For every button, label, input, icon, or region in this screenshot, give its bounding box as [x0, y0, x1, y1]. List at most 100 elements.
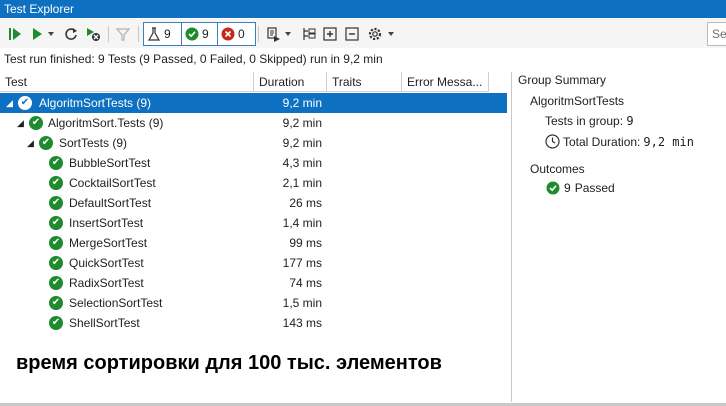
play-icon [33, 28, 42, 40]
test-row[interactable]: ✔ CocktailSortTest 2,1 min [0, 173, 507, 193]
tests-in-group: Tests in group: 9 [545, 114, 634, 128]
passed-icon: ✔ [49, 276, 63, 290]
test-group-row[interactable]: ◢ ✔ AlgoritmSort.Tests (9) 9,2 min [0, 113, 507, 133]
passed-label: Passed [574, 181, 615, 195]
test-duration: 2,1 min [282, 176, 322, 190]
test-name: RadixSortTest [69, 276, 144, 290]
run-all-button[interactable] [6, 24, 24, 44]
test-duration: 9,2 min [282, 116, 322, 130]
chevron-down-icon [388, 32, 394, 36]
expand-arrow-icon[interactable]: ◢ [27, 133, 34, 153]
test-duration: 99 ms [289, 236, 322, 250]
toolbar-separator [138, 26, 139, 42]
filter-button[interactable] [114, 24, 132, 44]
test-duration: 74 ms [289, 276, 322, 290]
playlist-dropdown-button[interactable] [283, 24, 293, 44]
column-header-error-message[interactable]: Error Messa... [402, 72, 489, 92]
test-duration: 9,2 min [282, 96, 322, 110]
chevron-down-icon [48, 32, 54, 36]
playlist-icon [267, 27, 280, 42]
passed-icon: ✔ [49, 156, 63, 170]
chevron-down-icon [285, 32, 291, 36]
settings-button[interactable] [366, 24, 384, 44]
collapse-all-button[interactable] [343, 24, 361, 44]
window-title: Test Explorer [4, 2, 75, 16]
toolbar-separator [258, 26, 259, 42]
run-status-text: Test run finished: 9 Tests (9 Passed, 0 … [4, 52, 383, 66]
test-name: AlgoritmSort.Tests (9) [48, 116, 164, 130]
run-dropdown-button[interactable] [46, 24, 56, 44]
test-name: MergeSortTest [69, 236, 148, 250]
run-failed-tests-button[interactable] [84, 24, 102, 44]
passed-icon: ✔ [29, 116, 43, 130]
test-row[interactable]: ✔ DefaultSortTest 26 ms [0, 193, 507, 213]
outcome-passed[interactable]: 9 Passed [546, 181, 615, 195]
test-row[interactable]: ✔ RadixSortTest 74 ms [0, 273, 507, 293]
passed-icon: ✔ [49, 236, 63, 250]
passed-icon: ✔ [18, 96, 32, 110]
repeat-last-run-button[interactable] [62, 24, 80, 44]
expand-all-icon [323, 27, 337, 41]
test-row[interactable]: ✔ QuickSortTest 177 ms [0, 253, 507, 273]
passed-count: 9 [202, 27, 209, 41]
caption-text: время сортировки для 100 тыс. элементов [16, 352, 442, 374]
failed-count: 0 [238, 27, 245, 41]
refresh-icon [65, 28, 77, 40]
passed-icon: ✔ [49, 196, 63, 210]
test-group-row[interactable]: ◢ ✔ AlgoritmSortTests (9) 9,2 min [0, 93, 507, 113]
window-title-bar: Test Explorer [0, 0, 726, 18]
test-row[interactable]: ✔ BubbleSortTest 4,3 min [0, 153, 507, 173]
group-summary-panel: Group Summary AlgoritmSortTests Tests in… [512, 72, 726, 402]
test-row[interactable]: ✔ InsertSortTest 1,4 min [0, 213, 507, 233]
test-duration: 1,4 min [282, 216, 322, 230]
failed-icon [221, 27, 235, 41]
toolbar-separator [108, 26, 109, 42]
gear-icon [368, 27, 382, 41]
test-name: SortTests (9) [59, 136, 128, 150]
column-header-test[interactable]: Test [0, 72, 254, 92]
settings-dropdown-button[interactable] [386, 24, 396, 44]
expand-all-button[interactable] [321, 24, 339, 44]
passed-icon: ✔ [49, 216, 63, 230]
column-header-traits[interactable]: Traits [327, 72, 402, 92]
toolbar: 9 9 0 Se [0, 19, 726, 48]
test-name: QuickSortTest [69, 256, 144, 270]
expand-arrow-icon[interactable]: ◢ [6, 93, 13, 113]
failed-tests-filter[interactable]: 0 [217, 22, 256, 46]
passed-icon [546, 181, 560, 195]
test-row[interactable]: ✔ MergeSortTest 99 ms [0, 233, 507, 253]
summary-group-name: AlgoritmSortTests [530, 94, 625, 108]
column-header-duration[interactable]: Duration [254, 72, 327, 92]
test-row[interactable]: ✔ ShellSortTest 143 ms [0, 313, 507, 333]
test-duration: 4,3 min [282, 156, 322, 170]
total-tests-filter[interactable]: 9 [143, 22, 182, 46]
test-duration: 9,2 min [282, 136, 322, 150]
group-by-button[interactable] [300, 24, 318, 44]
hierarchy-icon [303, 28, 316, 40]
tests-in-group-value: 9 [626, 114, 634, 128]
passed-icon: ✔ [49, 316, 63, 330]
run-all-icon [9, 28, 21, 40]
test-duration: 143 ms [282, 316, 322, 330]
run-failed-icon [87, 28, 100, 41]
test-group-row[interactable]: ◢ ✔ SortTests (9) 9,2 min [0, 133, 507, 153]
summary-title: Group Summary [518, 73, 607, 87]
playlist-button[interactable] [264, 24, 282, 44]
test-name: DefaultSortTest [69, 196, 152, 210]
search-input[interactable]: Se [707, 22, 726, 46]
run-button[interactable] [28, 24, 46, 44]
filter-icon [115, 28, 131, 41]
clock-icon [545, 134, 560, 149]
test-duration: 26 ms [289, 196, 322, 210]
test-name: SelectionSortTest [69, 296, 163, 310]
test-duration: 1,5 min [282, 296, 322, 310]
test-duration: 177 ms [282, 256, 322, 270]
flask-icon [147, 27, 161, 41]
passed-icon: ✔ [49, 256, 63, 270]
test-row[interactable]: ✔ SelectionSortTest 1,5 min [0, 293, 507, 313]
expand-arrow-icon[interactable]: ◢ [17, 113, 24, 133]
passed-tests-filter[interactable]: 9 [181, 22, 220, 46]
total-count: 9 [164, 27, 171, 41]
test-name: BubbleSortTest [69, 156, 151, 170]
test-name: InsertSortTest [69, 216, 144, 230]
